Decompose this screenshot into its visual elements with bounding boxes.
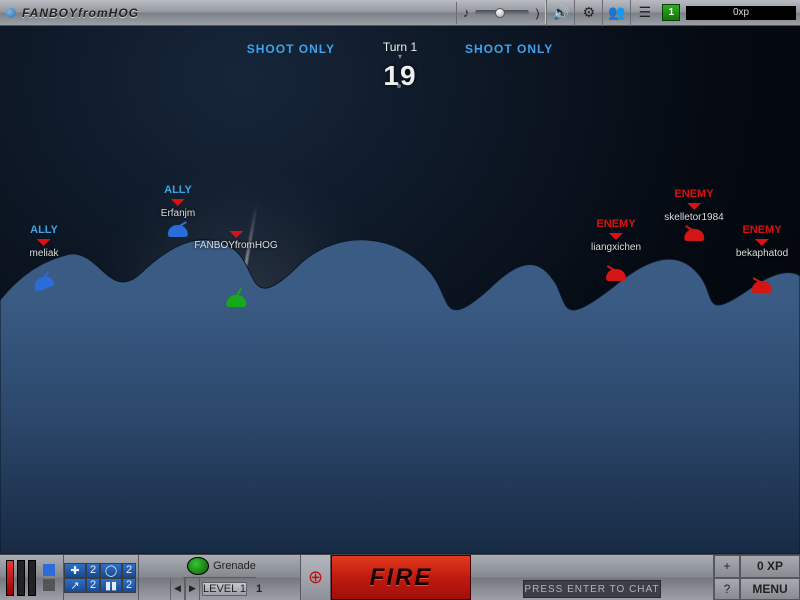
terrain: [0, 26, 800, 554]
volume-slider[interactable]: [475, 10, 529, 15]
music-icon: ♪: [463, 5, 470, 20]
hp-bar: [6, 560, 14, 596]
sound-icon[interactable]: 🔊: [546, 0, 574, 26]
xp-bar: 0xp: [686, 6, 796, 20]
menu-button[interactable]: MENU: [740, 578, 800, 600]
next-weapon-button[interactable]: ▶: [185, 578, 200, 600]
stat-icon[interactable]: ↗: [64, 578, 86, 593]
fire-button[interactable]: FIRE: [331, 555, 471, 600]
stat-icon[interactable]: ✚: [64, 563, 86, 578]
plus-button[interactable]: +: [714, 555, 740, 578]
list-icon[interactable]: ☰: [630, 0, 658, 26]
weapon-panel: Grenade ◀ ▶ LEVEL 1 1: [139, 555, 301, 600]
stat-grid: ✚ 2 ◯ 2 ↗ 2 ▮▮ 2: [64, 555, 139, 600]
target-button[interactable]: ⊕: [301, 555, 331, 600]
help-button[interactable]: ?: [714, 578, 740, 600]
right-grid: + 0 XP ? MENU: [714, 555, 800, 600]
xp-label: 0 XP: [740, 555, 800, 578]
health-bars: [0, 555, 64, 600]
bottom-panel: ✚ 2 ◯ 2 ↗ 2 ▮▮ 2 Grenade ◀ ▶ LEVEL 1 1 ⊕…: [0, 554, 800, 600]
top-bar: FANBOYfromHOG ♪ ) 🔊 ⚙ 👥 ☰ 1 0xp: [0, 0, 800, 26]
mini-icon: [43, 564, 55, 576]
player-title: FANBOYfromHOG: [22, 6, 139, 20]
stat-value: 2: [86, 578, 100, 593]
weapon-count: 1: [249, 583, 269, 595]
xp-display: 1 0xp: [662, 3, 796, 23]
game-field[interactable]: SHOOT ONLY SHOOT ONLY Turn 1 ▾ 19 ALLY m…: [0, 26, 800, 554]
settings-gear-icon[interactable]: ⚙: [574, 0, 602, 26]
music-volume[interactable]: ♪ ): [456, 2, 547, 24]
mini-icons: [43, 564, 55, 591]
music-icon-right: ): [535, 6, 539, 20]
mini-icon: [43, 579, 55, 591]
status-dot: [6, 8, 16, 18]
weapon-name: Grenade: [213, 560, 256, 572]
fuel-bar: [28, 560, 36, 596]
stat-value: 2: [86, 563, 100, 578]
chat-input[interactable]: PRESS ENTER TO CHAT: [523, 580, 660, 598]
armor-bar: [17, 560, 25, 596]
level-badge: 1: [662, 4, 680, 21]
stat-icon[interactable]: ▮▮: [100, 578, 122, 593]
stat-icon[interactable]: ◯: [100, 563, 122, 578]
volume-thumb[interactable]: [495, 8, 505, 18]
stat-value: 2: [122, 563, 136, 578]
stat-value: 2: [122, 578, 136, 593]
weapon-level: LEVEL 1: [202, 582, 247, 596]
chat-panel: PRESS ENTER TO CHAT: [471, 555, 714, 600]
crosshair-icon: ⊕: [308, 567, 323, 588]
prev-weapon-button[interactable]: ◀: [170, 578, 185, 600]
friends-icon[interactable]: 👥: [602, 0, 630, 26]
weapon-icon: [187, 557, 209, 575]
